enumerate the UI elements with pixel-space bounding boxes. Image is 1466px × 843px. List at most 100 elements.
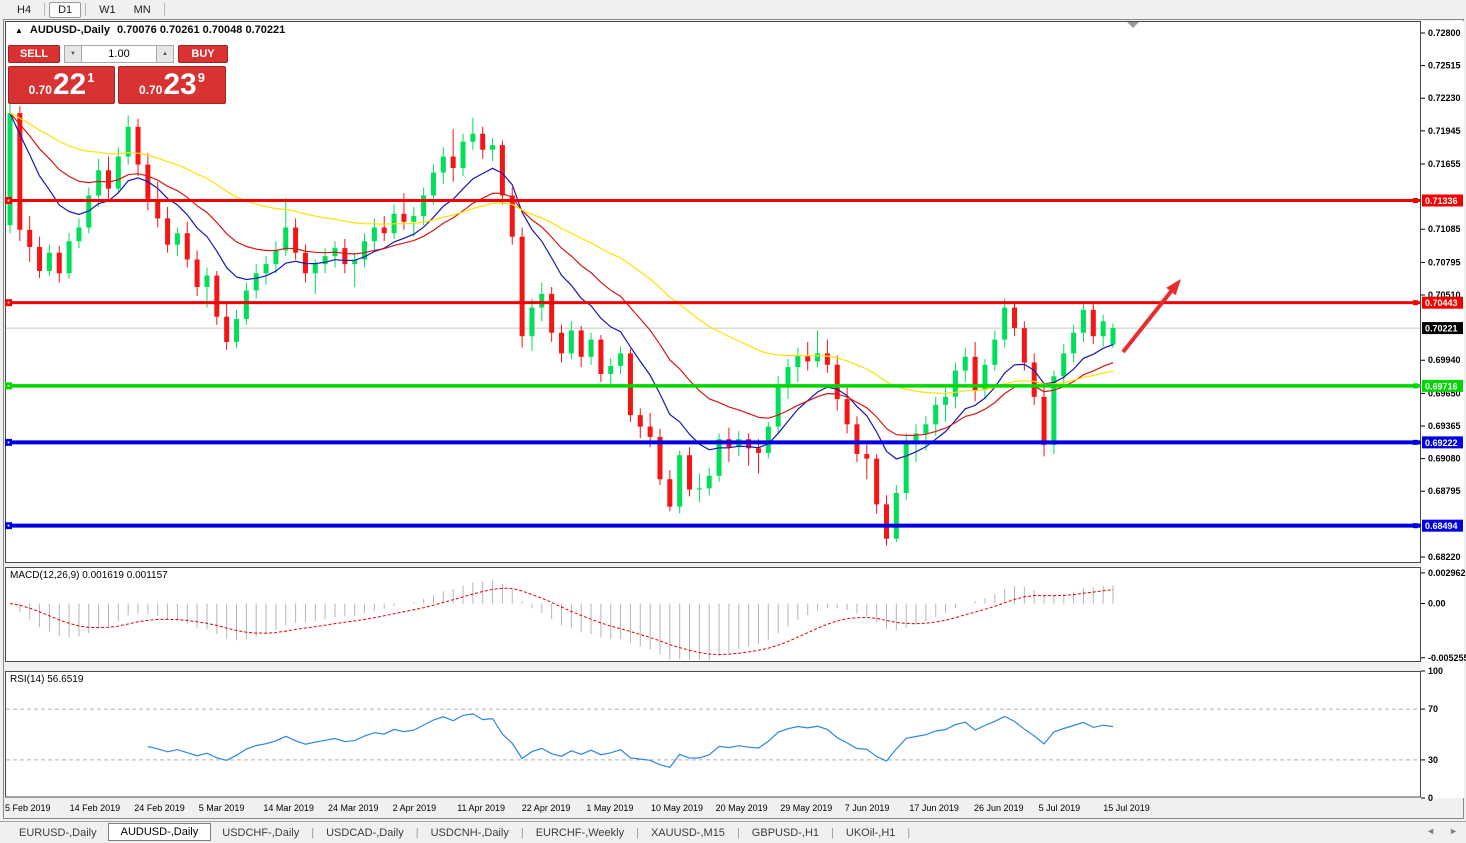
date-axis-label: 14 Mar 2019 (263, 803, 314, 813)
price-badge-blue (1422, 520, 1463, 532)
candle-up (372, 228, 377, 242)
sell-price-display[interactable]: 0.70 22 1 (8, 66, 115, 104)
rsi-panel[interactable] (6, 672, 1421, 798)
candle-up (982, 365, 987, 390)
candle-up (1101, 321, 1106, 336)
sell-button[interactable]: SELL (8, 45, 60, 63)
date-axis-label: 5 Jul 2019 (1039, 803, 1081, 813)
chart-tab-gbpusd-h1[interactable]: GBPUSD-,H1 (741, 825, 830, 841)
level-line-handle-dot (8, 441, 10, 443)
chart-tab-ukoil-h1[interactable]: UKOil-,H1 (835, 825, 907, 841)
chart-tab-audusd-daily[interactable]: AUDUSD-,Daily (108, 823, 212, 841)
scroll-to-end-icon[interactable] (1127, 22, 1139, 28)
rsi-axis: 10070300 (1421, 666, 1443, 803)
candle-up (1002, 308, 1007, 340)
volume-decrease-button[interactable]: ▼ (64, 45, 82, 63)
price-axis-label: 0.69080 (1428, 454, 1461, 464)
price-axis-label: 0.68220 (1428, 552, 1461, 562)
candle-up (815, 353, 820, 361)
buy-button[interactable]: BUY (178, 45, 228, 63)
candle-up (589, 340, 594, 357)
candle-down (303, 253, 308, 274)
candle-up (244, 290, 249, 319)
candle-up (795, 356, 800, 367)
ma-line-slow-ema (10, 113, 1113, 393)
level-line-handle[interactable] (5, 522, 12, 529)
candle-down (648, 427, 653, 437)
trend-arrow-line[interactable] (1123, 289, 1173, 352)
ma-line-mid-ema (10, 113, 1113, 435)
chart-tab-usdchf-daily[interactable]: USDCHF-,Daily (211, 825, 310, 841)
volume-increase-button[interactable]: ▲ (156, 45, 174, 63)
price-axis-label: 0.72515 (1428, 61, 1461, 71)
timeframe-button-d1[interactable]: D1 (49, 2, 81, 18)
candle-down (884, 504, 889, 538)
candle-up (86, 195, 91, 227)
candle-up (1081, 310, 1086, 333)
chart-tab-usdcad-daily[interactable]: USDCAD-,Daily (315, 825, 415, 841)
candle-down (973, 357, 978, 390)
chart-tab-xauusd-m15[interactable]: XAUUSD-,M15 (640, 825, 736, 841)
macd-signal-line (10, 588, 1113, 654)
candle-down (155, 199, 160, 218)
candle-down (37, 247, 42, 271)
candle-down (520, 237, 525, 337)
buy-price-display[interactable]: 0.70 23 9 (118, 66, 226, 104)
chart-tab-bar: EURUSD-,DailyAUDUSD-,DailyUSDCHF-,Daily|… (0, 821, 1466, 843)
level-line-end-marker (1413, 523, 1418, 528)
date-axis-label: 15 Jul 2019 (1103, 803, 1150, 813)
candle-down (1091, 310, 1096, 336)
price-badge-label: 0.71336 (1425, 196, 1458, 206)
level-line-end-marker (1413, 300, 1418, 305)
tab-scroll-left-icon[interactable]: ◄ (1426, 826, 1435, 836)
candle-down (195, 260, 200, 287)
chart-canvas[interactable]: 0.728000.725150.722300.719450.716550.710… (0, 0, 1466, 843)
rsi-axis-label: 70 (1428, 704, 1438, 714)
chart-ohlc-values: 0.70076 0.70261 0.70048 0.70221 (117, 24, 285, 36)
level-line-handle[interactable] (5, 299, 12, 306)
chart-tab-eurusd-daily[interactable]: EURUSD-,Daily (8, 825, 108, 841)
date-axis-label: 26 Jun 2019 (974, 803, 1024, 813)
candle-up (264, 264, 269, 273)
macd-panel[interactable] (6, 568, 1421, 662)
price-badge-label: 0.70221 (1425, 324, 1458, 334)
level-line-handle-dot (8, 200, 10, 202)
price-badge-blue (1422, 436, 1463, 448)
timeframe-button-mn[interactable]: MN (125, 2, 160, 18)
date-axis-label: 14 Feb 2019 (70, 803, 121, 813)
spin-down-icon: ▼ (70, 51, 76, 57)
price-badge-label: 0.69222 (1425, 438, 1458, 448)
candle-up (1061, 353, 1066, 376)
candle-up (608, 366, 613, 374)
level-line-handle[interactable] (5, 439, 12, 446)
candle-up (76, 228, 81, 242)
level-line-handle[interactable] (5, 382, 12, 389)
volume-input[interactable] (82, 45, 156, 63)
price-badge-label: 0.70443 (1425, 298, 1458, 308)
sell-price-pipette: 1 (87, 70, 94, 85)
price-axis-label: 0.71085 (1428, 224, 1461, 234)
chart-tab-eurchf-weekly[interactable]: EURCHF-,Weekly (525, 825, 635, 841)
level-line-handle[interactable] (5, 197, 12, 204)
candle-up (943, 397, 948, 405)
sell-price-main: 22 (53, 70, 86, 100)
date-axis-label: 1 May 2019 (586, 803, 633, 813)
price-badge-red (1422, 297, 1463, 309)
date-axis[interactable]: 5 Feb 201914 Feb 201924 Feb 20195 Mar 20… (5, 803, 1150, 813)
candle-up (96, 170, 101, 195)
chart-tab-usdcnh-daily[interactable]: USDCNH-,Daily (420, 825, 520, 841)
date-axis-label: 17 Jun 2019 (909, 803, 959, 813)
candle-up (569, 330, 574, 353)
candle-up (175, 233, 180, 244)
candle-up (273, 250, 278, 264)
timeframe-button-w1[interactable]: W1 (90, 2, 125, 18)
date-axis-label: 7 Jun 2019 (845, 803, 890, 813)
candle-down (864, 454, 869, 459)
macd-axis-label: 0.00 (1428, 599, 1446, 609)
toolbar-separator (44, 3, 45, 16)
tab-scroll-right-icon[interactable]: ► (1449, 826, 1458, 836)
date-axis-label: 22 Apr 2019 (522, 803, 571, 813)
timeframe-button-h4[interactable]: H4 (8, 2, 40, 18)
price-axis[interactable]: 0.728000.725150.722300.719450.716550.710… (1421, 28, 1463, 562)
macd-histogram (10, 581, 1113, 660)
